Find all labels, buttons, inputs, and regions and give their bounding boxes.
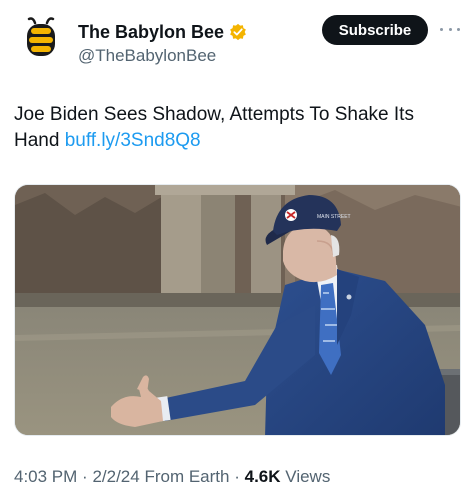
tweet-date[interactable]: 2/2/24 — [92, 467, 139, 486]
author-handle[interactable]: @TheBabylonBee — [78, 46, 216, 66]
meta-separator: · — [234, 467, 240, 486]
views-count: 4.6K — [244, 467, 281, 486]
tweet-media-image[interactable]: MAIN STREET — [14, 184, 461, 436]
author-display-name[interactable]: The Babylon Bee — [78, 22, 224, 43]
cap-text: MAIN STREET — [317, 214, 351, 220]
more-dot — [457, 27, 460, 31]
subscribe-button[interactable]: Subscribe — [322, 15, 428, 45]
more-dot — [448, 27, 452, 31]
views-label: Views — [285, 467, 331, 486]
verified-badge-icon[interactable] — [229, 23, 247, 41]
bee-logo-icon[interactable] — [16, 14, 66, 64]
more-options-icon[interactable] — [440, 22, 460, 36]
tweet-text: Joe Biden Sees Shadow, Attempts To Shake… — [14, 102, 460, 154]
tweet-meta: 4:03 PM · 2/2/24 From Earth · 4.6K Views — [14, 467, 330, 487]
tweet-header: The Babylon Bee @TheBabylonBee Subscribe — [16, 14, 460, 68]
tweet-link[interactable]: buff.ly/3Snd8Q8 — [65, 130, 201, 151]
more-dot — [440, 27, 443, 31]
author-name-row: The Babylon Bee — [78, 20, 247, 44]
tweet-source: From Earth — [144, 467, 230, 486]
meta-separator: · — [82, 467, 88, 486]
media-photo: MAIN STREET — [15, 185, 460, 435]
tweet-time[interactable]: 4:03 PM — [14, 467, 77, 486]
